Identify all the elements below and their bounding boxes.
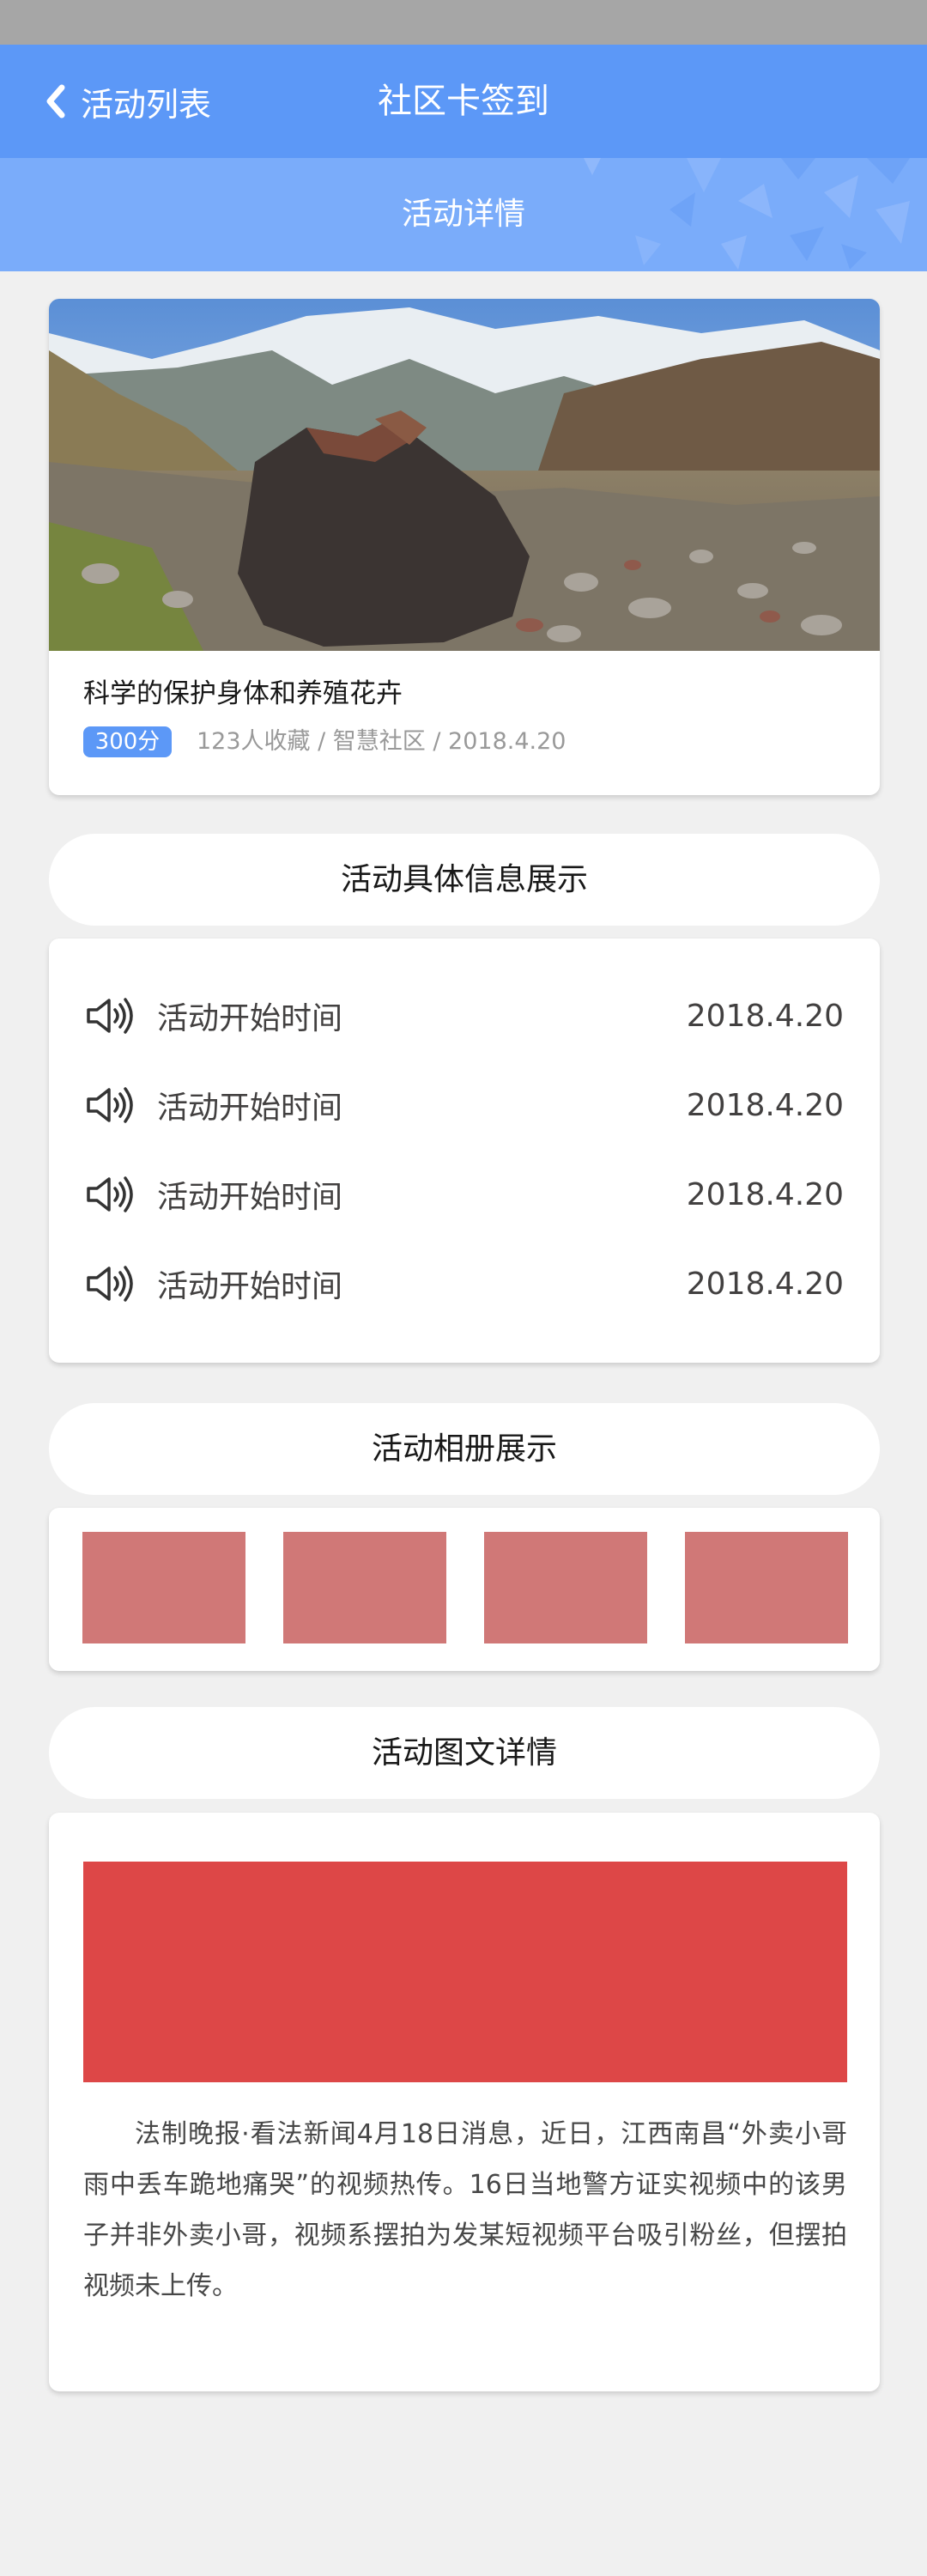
article-text: 法制晚报·看法新闻4月18日消息，近日，江西南昌“外卖小哥雨中丢车跪地痛哭”的视… [83, 2119, 847, 2301]
section-header-album: 活动相册展示 [49, 1403, 880, 1495]
info-label: 活动开始时间 [157, 1091, 343, 1126]
sub-header: 活动详情 [0, 158, 927, 271]
album-photo[interactable] [283, 1532, 446, 1643]
album-card [49, 1508, 880, 1671]
speaker-icon [87, 998, 133, 1034]
speaker-icon [87, 1087, 133, 1123]
info-value: 2018.4.20 [686, 1266, 844, 1302]
points-badge: 300分 [83, 726, 172, 757]
album-photo[interactable] [484, 1532, 647, 1643]
info-label: 活动开始时间 [157, 1180, 343, 1215]
section-header-info: 活动具体信息展示 [49, 834, 880, 926]
activity-meta: 123人收藏 / 智慧社区 / 2018.4.20 [197, 728, 566, 755]
info-value: 2018.4.20 [686, 998, 844, 1034]
info-label: 活动开始时间 [157, 1001, 343, 1036]
speaker-icon [87, 1176, 133, 1212]
info-row: 活动开始时间 2018.4.20 [85, 1169, 844, 1220]
info-row: 活动开始时间 2018.4.20 [85, 990, 844, 1042]
info-row: 活动开始时间 2018.4.20 [85, 1079, 844, 1131]
sub-header-title: 活动详情 [401, 197, 525, 232]
info-row: 活动开始时间 2018.4.20 [85, 1258, 844, 1309]
detail-card: 法制晚报·看法新闻4月18日消息，近日，江西南昌“外卖小哥雨中丢车跪地痛哭”的视… [49, 1813, 880, 2391]
page-title: 社区卡签到 [378, 82, 549, 121]
album-photo[interactable] [82, 1532, 245, 1643]
info-card: 活动开始时间 2018.4.20 活动开始时间 2018.4.20 活动开始时间… [49, 939, 880, 1363]
nav-bar: 活动列表 社区卡签到 [0, 45, 927, 158]
info-value: 2018.4.20 [686, 1087, 844, 1123]
detail-banner-image [83, 1862, 847, 2082]
info-value: 2018.4.20 [686, 1176, 844, 1212]
status-bar [0, 0, 927, 45]
info-label: 活动开始时间 [157, 1269, 343, 1304]
speaker-icon [87, 1266, 133, 1302]
activity-card[interactable]: 科学的保护身体和养殖花卉 300分 123人收藏 / 智慧社区 / 2018.4… [49, 299, 880, 795]
album-photo[interactable] [685, 1532, 848, 1643]
hero-image [49, 299, 880, 651]
activity-title: 科学的保护身体和养殖花卉 [83, 678, 403, 709]
section-header-detail: 活动图文详情 [49, 1707, 880, 1799]
